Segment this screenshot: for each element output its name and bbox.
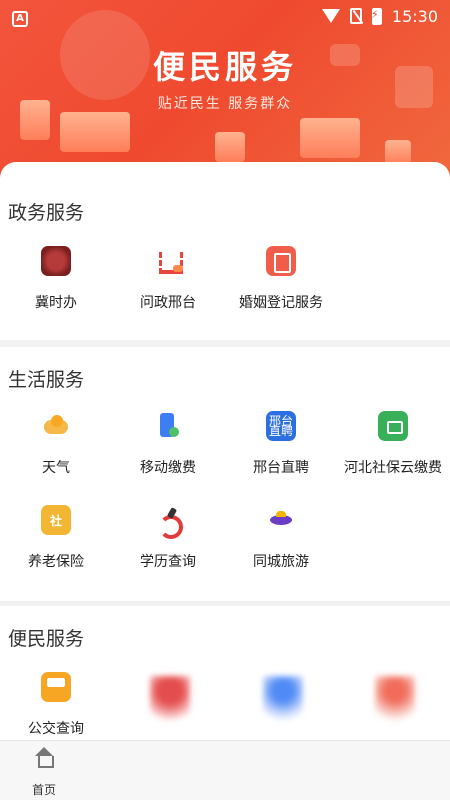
service-label: 婚姻登记服务 (239, 295, 323, 311)
gov-services-card: 政务服务 冀时办 问政邢台 婚姻登记服务 (0, 162, 450, 340)
service-label: 养老保险 (28, 554, 84, 570)
mobile-payment-icon (153, 411, 183, 441)
tab-home[interactable]: 首页 (22, 747, 66, 798)
service-item-wenzheng[interactable]: 问政邢台 (112, 246, 224, 312)
tab-home-label: 首页 (31, 783, 56, 797)
decor-desk (60, 112, 130, 152)
status-bar: A 15:30 (0, 0, 450, 32)
service-item-mobile-payment[interactable]: 移动缴费 (112, 411, 224, 477)
service-item-pension[interactable]: 社 养老保险 (0, 505, 112, 571)
service-item-bus[interactable]: 公交查询 (0, 672, 112, 738)
section-title-life: 生活服务 (8, 369, 85, 391)
jobs-icon: 邢台直聘 (266, 411, 296, 441)
service-item-weather[interactable]: 天气 (0, 411, 112, 477)
service-label: 冀时办 (35, 295, 77, 311)
no-sim-icon (349, 8, 362, 24)
government-building-icon (153, 246, 183, 276)
bottom-tab-bar: 首页 (0, 740, 450, 800)
life-services-card: 生活服务 天气 移动缴费 邢台直聘 邢台直聘 河北社保云缴费 社 养老保险 学历… (0, 347, 450, 601)
pension-shield-icon: 社 (41, 505, 71, 535)
marriage-certificate-icon (266, 246, 296, 276)
app-notification-icon: A (12, 10, 28, 27)
service-label: 邢台直聘 (253, 460, 309, 476)
service-item-marriage[interactable]: 婚姻登记服务 (225, 246, 337, 312)
service-label: 问政邢台 (140, 295, 196, 311)
home-icon (34, 747, 54, 768)
loading-icon (375, 676, 415, 726)
service-item-travel[interactable]: 同城旅游 (225, 505, 337, 571)
convenience-services-card: 便民服务 公交查询 (0, 606, 450, 740)
service-item-education[interactable]: 学历查询 (112, 505, 224, 571)
service-label: 移动缴费 (140, 460, 196, 476)
banner-subtitle: 贴近民生 服务群众 (157, 96, 293, 112)
weather-icon (41, 411, 71, 441)
bus-icon (41, 672, 71, 702)
section-title-gov: 政务服务 (8, 202, 85, 224)
travel-icon (266, 505, 296, 535)
battery-charging-icon (371, 7, 382, 25)
service-item-jobs[interactable]: 邢台直聘 邢台直聘 (225, 411, 337, 477)
service-item-jishiban[interactable]: 冀时办 (0, 246, 112, 312)
decor-screen (300, 118, 360, 158)
service-label: 学历查询 (140, 554, 196, 570)
service-item-social-security[interactable]: 河北社保云缴费 (337, 411, 449, 477)
service-label: 同城旅游 (253, 554, 309, 570)
decor-box (385, 140, 411, 164)
social-security-icon (378, 411, 408, 441)
section-title-convenience: 便民服务 (8, 628, 85, 650)
status-time: 15:30 (391, 6, 438, 26)
loading-icon (150, 676, 190, 726)
banner-title: 便民服务 (152, 48, 297, 86)
seal-icon (41, 246, 71, 276)
decor-box (215, 132, 245, 162)
service-label: 河北社保云缴费 (344, 460, 442, 476)
service-label: 公交查询 (28, 721, 84, 737)
wifi-icon (321, 9, 340, 23)
service-label: 天气 (42, 460, 70, 476)
education-icon (153, 505, 183, 539)
loading-icon (263, 676, 303, 726)
